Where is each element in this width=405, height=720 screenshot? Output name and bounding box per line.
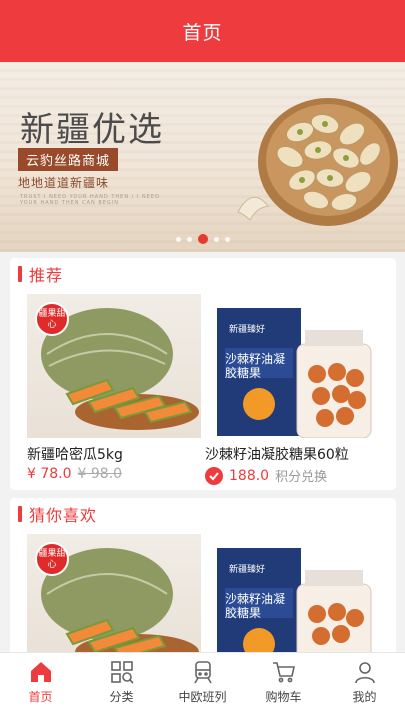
section-header: 猜你喜欢 <box>10 498 396 530</box>
tab-train[interactable]: 中欧班列 <box>162 653 243 720</box>
product-badge: 疆果甜心 <box>35 542 69 576</box>
tab-label: 分类 <box>109 690 134 704</box>
product-name[interactable]: 新疆哈密瓜5kg <box>27 444 123 464</box>
guess-you-like-section: 猜你喜欢 疆果甜心 新疆臻好 沙棘籽油凝胶糖果 <box>10 498 396 658</box>
section-accent-bar <box>18 266 22 282</box>
tab-label: 我的 <box>352 690 377 704</box>
tab-cart[interactable]: 购物车 <box>243 653 324 720</box>
banner-subtitle: 地地道道新疆味 <box>18 176 110 190</box>
pagination-dot[interactable] <box>186 236 192 242</box>
tab-home[interactable]: 首页 <box>0 653 81 720</box>
product-price: ¥ 78.0 <box>27 466 72 482</box>
section-accent-bar <box>18 506 22 522</box>
product-price-row: 188.0 积分兑换 <box>205 466 327 485</box>
product-name[interactable]: 沙棘籽油凝胶糖果60粒 <box>205 444 349 464</box>
home-icon <box>30 662 51 682</box>
jar-title: 沙棘籽油凝胶糖果 <box>225 592 286 620</box>
banner-pagination[interactable] <box>0 234 405 244</box>
product-image-melon[interactable]: 疆果甜心 <box>27 534 201 658</box>
product-image-jar[interactable]: 新疆臻好 沙棘籽油凝胶糖果 <box>205 534 379 658</box>
product-price: 188.0 <box>229 467 270 484</box>
pagination-dot-active[interactable] <box>197 234 208 244</box>
banner-title: 新疆优选 <box>20 110 164 150</box>
jar-title: 沙棘籽油凝胶糖果 <box>225 352 286 380</box>
pagination-dot[interactable] <box>224 236 230 242</box>
banner-tiny-text: TRUST I NEED YOUR HAND THEN / I NEED YOU… <box>20 194 160 206</box>
product-image-jar[interactable]: 新疆臻好 沙棘籽油凝胶糖果 <box>205 294 379 438</box>
exchange-icon <box>205 466 223 485</box>
pagination-dot[interactable] <box>175 236 181 242</box>
train-icon <box>193 661 212 684</box>
product-badge: 疆果甜心 <box>35 302 69 336</box>
user-icon <box>354 662 375 684</box>
section-title: 猜你喜欢 <box>29 506 98 525</box>
cart-icon <box>272 662 295 683</box>
product-image-melon[interactable]: 疆果甜心 <box>27 294 201 438</box>
jar-brand: 新疆臻好 <box>229 565 266 575</box>
bottom-tab-bar: 首页 分类 中欧班列 购物车 我的 <box>0 652 405 720</box>
promo-banner[interactable]: 新疆优选 云豹丝路商城 地地道道新疆味 TRUST I NEED YOUR HA… <box>0 62 405 252</box>
section-title: 推荐 <box>29 266 64 285</box>
recommend-section: 推荐 疆果甜心 新疆臻好 沙棘籽油凝胶糖果 新疆哈密瓜5kg 沙棘籽油凝胶糖果6… <box>10 258 396 490</box>
tab-profile[interactable]: 我的 <box>324 653 405 720</box>
pagination-dot[interactable] <box>213 236 219 242</box>
tab-label: 购物车 <box>265 690 302 704</box>
product-old-price: ¥ 98.0 <box>77 466 123 482</box>
page-title: 首页 <box>182 21 223 44</box>
points-label: 积分兑换 <box>275 470 328 485</box>
category-icon <box>110 661 134 684</box>
tab-category[interactable]: 分类 <box>81 653 162 720</box>
pistachio-bowl-image <box>237 98 398 226</box>
tab-label: 首页 <box>28 690 53 704</box>
banner-tag: 云豹丝路商城 <box>18 148 119 171</box>
tab-label: 中欧班列 <box>178 690 227 704</box>
jar-brand: 新疆臻好 <box>229 325 266 335</box>
app-header: 首页 <box>0 0 405 62</box>
product-price-row: ¥ 78.0 ¥ 98.0 <box>27 466 122 482</box>
section-header: 推荐 <box>10 258 396 290</box>
